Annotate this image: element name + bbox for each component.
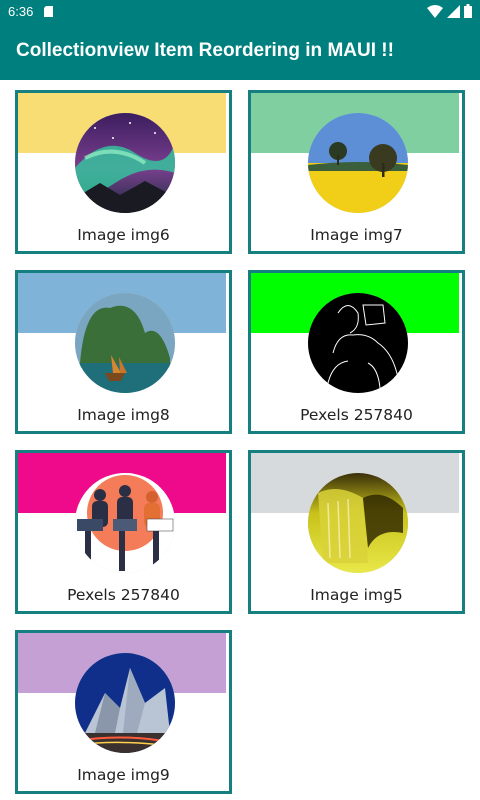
halong-bay-photo	[75, 293, 175, 393]
app-bar: Collectionview Item Reordering in MAUI !…	[0, 24, 480, 80]
item-label: Image img5	[310, 586, 403, 604]
battery-icon	[464, 4, 472, 18]
item-label: Image img6	[77, 226, 170, 244]
collection-item-img8[interactable]: Image img8	[15, 270, 232, 434]
item-label: Image img8	[77, 406, 170, 424]
item-label: Pexels 257840	[300, 406, 413, 424]
collection-item-pexels-2[interactable]: Pexels 257840	[15, 450, 232, 614]
page-title: Collectionview Item Reordering in MAUI !…	[16, 40, 394, 61]
collection-item-pexels-1[interactable]: Pexels 257840	[248, 270, 465, 434]
collection-item-img9[interactable]: Image img9	[15, 630, 232, 794]
rapeseed-field-photo	[308, 113, 408, 213]
collection-item-img6[interactable]: Image img6	[15, 90, 232, 254]
collection-item-img5[interactable]: Image img5	[248, 450, 465, 614]
cellular-signal-icon	[447, 4, 460, 18]
waterfall-photo	[308, 473, 408, 573]
item-label: Pexels 257840	[67, 586, 180, 604]
collection-item-img7[interactable]: Image img7	[248, 90, 465, 254]
status-bar: 6:36	[0, 0, 480, 24]
aurora-photo	[75, 113, 175, 213]
line-art-couple-photo	[308, 293, 408, 393]
item-label: Image img7	[310, 226, 403, 244]
wifi-icon	[427, 4, 443, 18]
people-with-laptops-illustration	[75, 473, 175, 573]
item-label: Image img9	[77, 766, 170, 784]
modern-building-photo	[75, 653, 175, 753]
status-icons	[427, 4, 472, 18]
sd-card-icon	[44, 6, 53, 17]
status-time: 6:36	[8, 4, 34, 19]
